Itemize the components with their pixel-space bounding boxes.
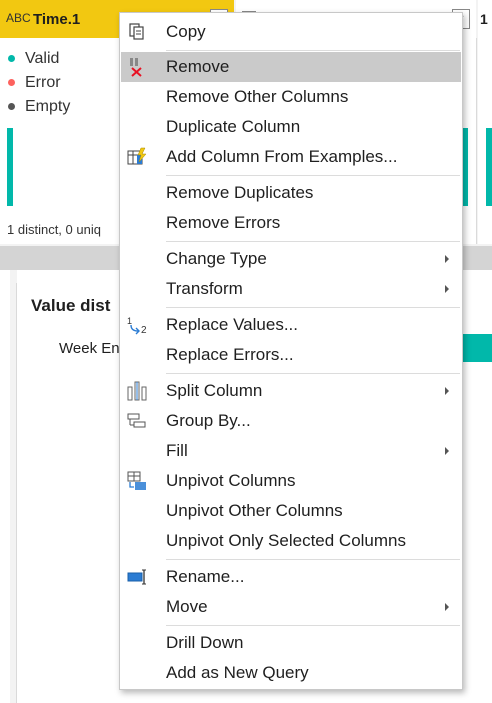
column-context-menu: Copy Remove Remove Other Columns Duplica… [119,12,463,690]
submenu-arrow-icon [445,447,449,455]
empty-stat: Empty [8,98,70,116]
column-title: 1 [480,11,488,27]
menu-item-change-type[interactable]: Change Type [121,244,461,274]
split-column-icon [127,381,147,401]
menu-item-copy[interactable]: Copy [121,17,461,47]
group-by-icon [127,411,147,431]
submenu-arrow-icon [445,387,449,395]
copy-icon [127,22,147,42]
menu-separator [166,175,460,176]
submenu-arrow-icon [445,255,449,263]
column-quality-right [478,38,492,244]
menu-item-drill-down[interactable]: Drill Down [121,628,461,658]
value-distribution-title: Value dist [31,296,111,315]
menu-separator [166,307,460,308]
left-pane [0,270,10,703]
menu-item-add-as-new-query[interactable]: Add as New Query [121,658,461,688]
pane-divider [16,283,17,703]
menu-item-remove-other-columns[interactable]: Remove Other Columns [121,82,461,112]
column-header-right[interactable]: 1 [478,0,492,39]
menu-item-replace-errors[interactable]: Replace Errors... [121,340,461,370]
rename-icon [127,567,147,587]
menu-separator [166,559,460,560]
menu-item-fill[interactable]: Fill [121,436,461,466]
replace-values-icon: 12 [127,315,147,336]
menu-item-remove[interactable]: Remove [121,52,461,82]
submenu-arrow-icon [445,285,449,293]
menu-item-unpivot-only-selected-columns[interactable]: Unpivot Only Selected Columns [121,526,461,556]
menu-item-transform[interactable]: Transform [121,274,461,304]
menu-item-move[interactable]: Move [121,592,461,622]
submenu-arrow-icon [445,603,449,611]
menu-item-unpivot-other-columns[interactable]: Unpivot Other Columns [121,496,461,526]
svg-text:1: 1 [127,316,132,326]
unpivot-icon [127,471,147,491]
menu-item-remove-duplicates[interactable]: Remove Duplicates [121,178,461,208]
error-dot-icon [8,79,15,87]
menu-item-rename[interactable]: Rename... [121,562,461,592]
add-column-examples-icon [127,147,147,167]
menu-separator [166,373,460,374]
distinct-count-text: 1 distinct, 0 uniq [7,222,101,237]
menu-item-group-by[interactable]: Group By... [121,406,461,436]
valid-stat: Valid [8,50,59,68]
menu-item-split-column[interactable]: Split Column [121,376,461,406]
menu-item-remove-errors[interactable]: Remove Errors [121,208,461,238]
value-bar [462,334,492,362]
text-type-icon: ABC [6,11,31,25]
svg-text:2: 2 [141,325,147,335]
menu-item-replace-values[interactable]: 12 Replace Values... [121,310,461,340]
menu-item-unpivot-columns[interactable]: Unpivot Columns [121,466,461,496]
error-stat: Error [8,74,61,92]
remove-column-icon [127,57,147,77]
valid-dot-icon [8,55,15,63]
empty-dot-icon [8,103,15,111]
menu-separator [166,50,460,51]
column-title: Time.1 [33,11,81,28]
menu-separator [166,241,460,242]
distribution-bar [7,128,13,206]
menu-item-add-column-from-examples[interactable]: Add Column From Examples... [121,142,461,172]
week-ending-label: Week En [59,340,120,357]
menu-separator [166,625,460,626]
menu-item-duplicate-column[interactable]: Duplicate Column [121,112,461,142]
distribution-bar [486,128,492,206]
